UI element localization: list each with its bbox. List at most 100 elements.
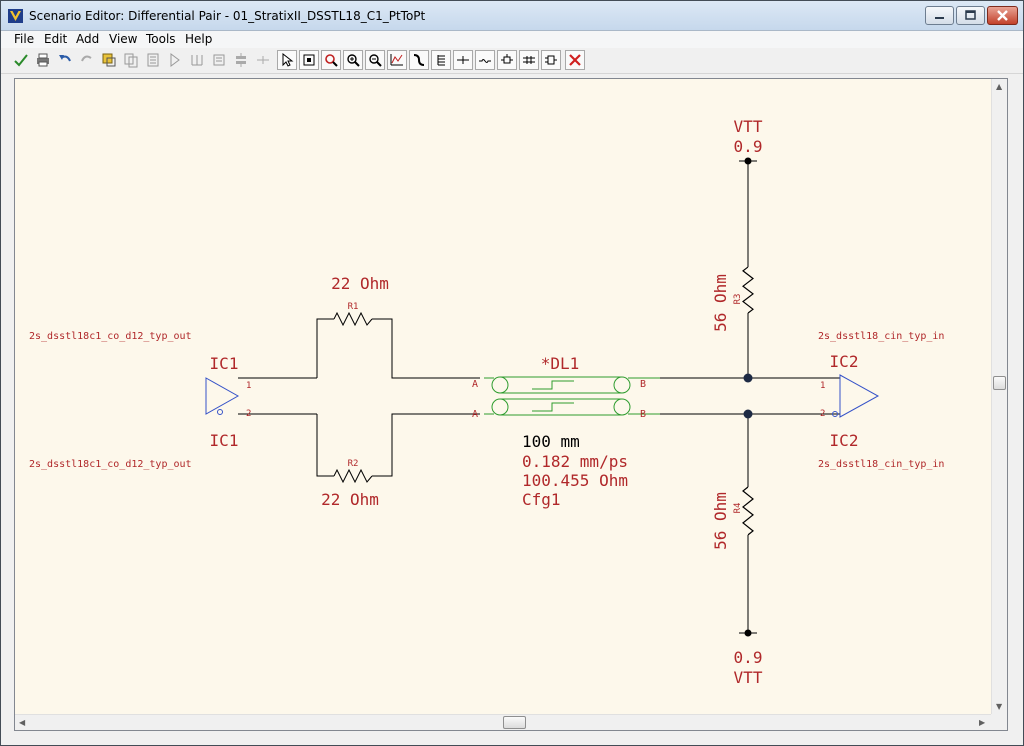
wires — [238, 161, 840, 633]
menu-add[interactable]: Add — [76, 32, 99, 46]
r2-value: 22 Ohm — [321, 490, 379, 509]
undo-button[interactable] — [55, 50, 75, 70]
resistor-r-top[interactable] — [742, 266, 754, 314]
vertical-scroll-thumb[interactable] — [993, 376, 1006, 390]
vertical-scrollbar[interactable]: ▲ ▼ — [991, 79, 1007, 714]
menu-help[interactable]: Help — [185, 32, 212, 46]
bus-button[interactable] — [431, 50, 451, 70]
parts-icon — [147, 53, 159, 67]
termination-icon — [191, 55, 203, 66]
maximize-icon — [965, 10, 976, 20]
app-logo-icon — [8, 9, 23, 23]
r-bottom-value: 56 Ohm — [711, 492, 730, 550]
scrollbar-corner — [991, 714, 1007, 730]
scroll-left-icon[interactable]: ◀ — [19, 718, 25, 727]
r-top-ref: R3 — [733, 294, 743, 305]
via-button[interactable] — [475, 50, 495, 70]
pointer-button[interactable] — [277, 50, 297, 70]
print-button[interactable] — [33, 50, 53, 70]
delete-button[interactable] — [565, 50, 585, 70]
horizontal-scrollbar[interactable]: ◀ ▶ — [15, 714, 991, 730]
component-icon — [213, 54, 225, 66]
schematic-view[interactable]: VTT 0.9 0.9 VTT 22 Ohm R1 R2 22 Ohm 56 O… — [14, 78, 1008, 731]
waveform-button[interactable] — [387, 50, 407, 70]
schematic-drawing: VTT 0.9 0.9 VTT 22 Ohm R1 R2 22 Ohm 56 O… — [29, 117, 944, 687]
r1-value: 22 Ohm — [331, 274, 389, 293]
coupled-button[interactable] — [497, 50, 517, 70]
buffer-icon — [170, 53, 180, 67]
component-button[interactable] — [209, 50, 229, 70]
tline-ref: *DL1 — [541, 354, 580, 373]
tline-dl1[interactable] — [484, 376, 660, 416]
termination-button[interactable] — [187, 50, 207, 70]
top-vtt-value: 0.9 — [734, 137, 763, 156]
ic1-model-top: 2s_dsstl18c1_co_d12_typ_out — [29, 331, 192, 342]
tline-button[interactable] — [453, 50, 473, 70]
window-title: Scenario Editor: Differential Pair - 01_… — [29, 9, 426, 23]
pin-icon — [257, 56, 269, 64]
tline-velocity: 0.182 mm/ps — [522, 452, 628, 471]
parts-button[interactable] — [143, 50, 163, 70]
tline-pin-a-bottom: A — [472, 409, 478, 420]
ic2-receiver[interactable] — [832, 374, 880, 418]
minimize-button[interactable] — [925, 6, 954, 25]
schematic-canvas[interactable]: VTT 0.9 0.9 VTT 22 Ohm R1 R2 22 Ohm 56 O… — [15, 79, 991, 714]
delete-icon — [569, 54, 581, 66]
ic2-pin2: 2 — [820, 409, 825, 419]
redo-icon — [81, 55, 92, 62]
tline-length: 100 mm — [522, 432, 580, 451]
diffpair-icon — [523, 56, 535, 64]
zoom-area-button[interactable] — [321, 50, 341, 70]
connector-button[interactable] — [231, 50, 251, 70]
zoom-area-icon — [325, 54, 338, 67]
select-all-button[interactable] — [99, 50, 119, 70]
menu-view[interactable]: View — [109, 32, 137, 46]
diffpair-button[interactable] — [519, 50, 539, 70]
ic2-ref-top: IC2 — [830, 352, 859, 371]
scroll-down-icon[interactable]: ▼ — [996, 702, 1002, 711]
zoom-in-button[interactable] — [343, 50, 363, 70]
probe-icon — [413, 54, 425, 66]
copy-button[interactable] — [121, 50, 141, 70]
top-vtt-label: VTT — [734, 117, 763, 136]
menu-tools[interactable]: Tools — [146, 32, 176, 46]
menu-bar: File Edit Add View Tools Help — [1, 31, 1023, 48]
bottom-vtt-label: VTT — [734, 668, 763, 687]
tline-icon — [457, 56, 469, 64]
r2-ref: R2 — [348, 459, 359, 469]
check-button[interactable] — [11, 50, 31, 70]
ic1-pin2: 2 — [246, 409, 251, 419]
resistor-r-bottom[interactable] — [742, 486, 754, 536]
scroll-right-icon[interactable]: ▶ — [979, 718, 985, 727]
ic2-model-bottom: 2s_dsstl18_cin_typ_in — [818, 459, 944, 470]
copy-icon — [124, 53, 138, 68]
ic2-pin1: 1 — [820, 381, 825, 391]
buffer-button[interactable] — [165, 50, 185, 70]
close-button[interactable] — [987, 6, 1018, 25]
bottom-vtt-value: 0.9 — [734, 648, 763, 667]
zoom-fit-button[interactable] — [299, 50, 319, 70]
horizontal-scroll-thumb[interactable] — [503, 716, 526, 729]
zoom-out-button[interactable] — [365, 50, 385, 70]
toolbar — [1, 48, 1023, 74]
scenario-editor-window: Scenario Editor: Differential Pair - 01_… — [0, 0, 1024, 746]
redo-button[interactable] — [77, 50, 97, 70]
zoom-out-icon — [369, 54, 382, 67]
maximize-button[interactable] — [956, 6, 985, 25]
scroll-up-icon[interactable]: ▲ — [996, 82, 1002, 91]
ic1-ref-bottom: IC1 — [210, 431, 239, 450]
print-icon — [37, 53, 49, 67]
tline-pin-b-top: B — [640, 379, 646, 390]
ic1-buffer[interactable] — [205, 377, 240, 415]
menu-edit[interactable]: Edit — [44, 32, 67, 46]
probe-button[interactable] — [409, 50, 429, 70]
junction-button[interactable] — [541, 50, 561, 70]
r-top-value: 56 Ohm — [711, 274, 730, 332]
ic2-ref-bottom: IC2 — [830, 431, 859, 450]
resistor-r1[interactable] — [333, 311, 373, 327]
resistor-r2[interactable] — [333, 468, 373, 484]
pin-button[interactable] — [253, 50, 273, 70]
bus-icon — [437, 55, 445, 66]
title-bar[interactable]: Scenario Editor: Differential Pair - 01_… — [1, 1, 1023, 31]
menu-file[interactable]: File — [14, 32, 34, 46]
